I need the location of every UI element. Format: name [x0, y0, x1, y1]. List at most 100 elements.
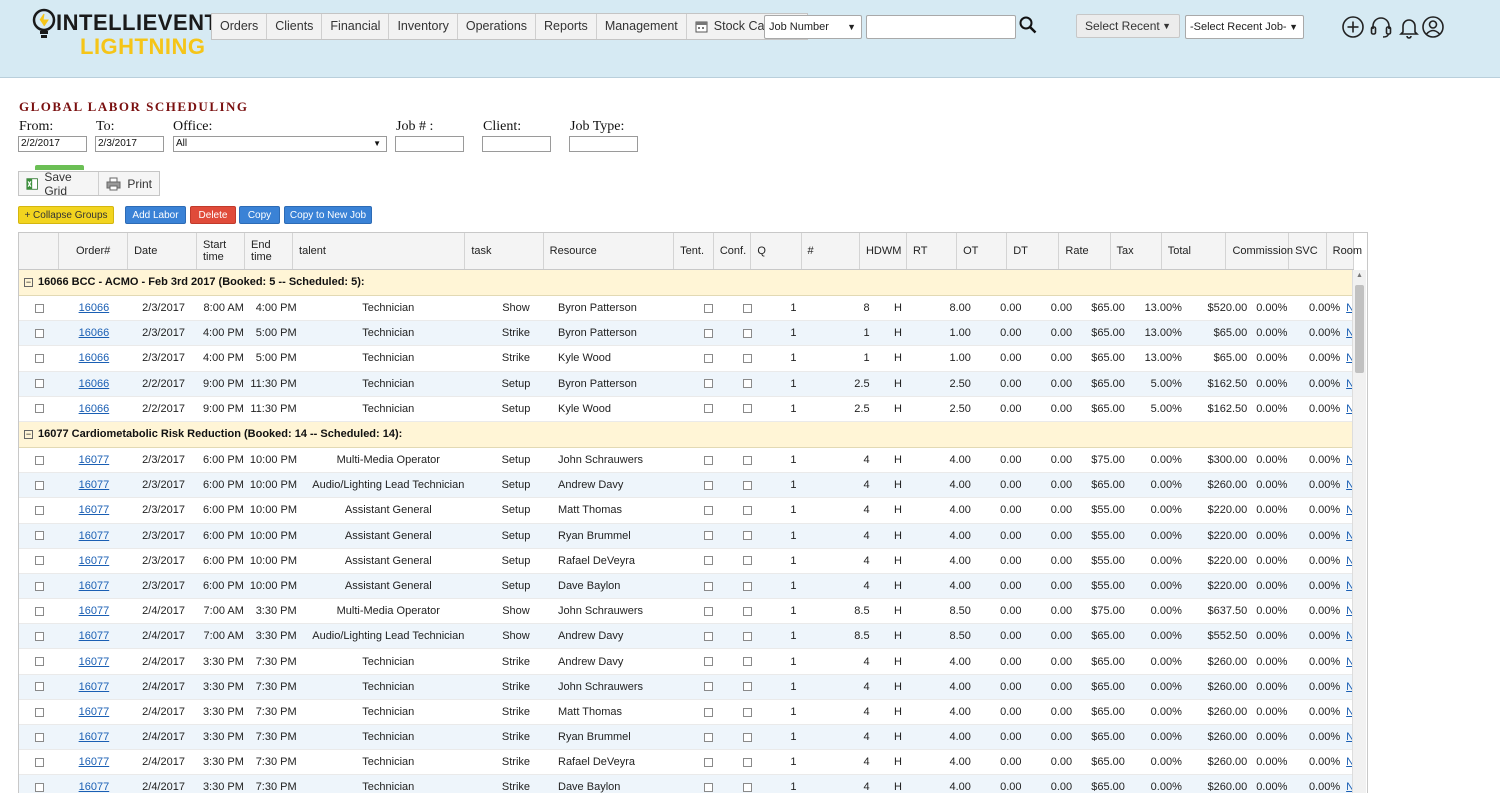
order-number[interactable]: 16077 — [59, 548, 129, 574]
office-select[interactable]: All ▼ — [173, 136, 387, 152]
add-labor-button[interactable]: Add Labor — [125, 206, 186, 224]
order-number-text[interactable]: 16077 — [79, 681, 110, 693]
search-icon[interactable] — [1019, 16, 1037, 34]
table-row[interactable]: 16077 2/4/2017 3:30 PM 7:30 PM Technician Str… — [19, 674, 1354, 700]
to-date-input[interactable]: 2/3/2017 — [95, 136, 164, 152]
tentative-checkbox[interactable] — [703, 455, 713, 465]
order-number[interactable]: 16077 — [59, 573, 129, 600]
order-number-text[interactable]: 16066 — [79, 378, 110, 390]
app-logo[interactable]: INTELLIEVENT LIGHTNING — [31, 6, 218, 62]
order-number[interactable]: 16077 — [59, 699, 129, 726]
confirmed-checkbox[interactable] — [742, 757, 752, 767]
save-grid-button[interactable]: Save Grid — [19, 170, 100, 198]
confirmed-checkbox[interactable] — [742, 531, 752, 541]
table-row[interactable]: 16077 2/4/2017 3:30 PM 7:30 PM Technician Str… — [19, 699, 1354, 726]
print-button[interactable]: Print — [99, 172, 159, 195]
table-row[interactable]: 16066 2/3/2017 8:00 AM 4:00 PM Technician Sho… — [19, 295, 1354, 322]
order-number-text[interactable]: 16077 — [79, 454, 110, 466]
row-select-checkbox[interactable] — [34, 354, 44, 364]
order-number[interactable]: 16077 — [59, 598, 129, 625]
header-svc[interactable]: SVC — [1288, 233, 1327, 270]
table-row[interactable]: 16066 2/3/2017 4:00 PM 5:00 PM Technician Str… — [19, 345, 1354, 372]
header-tax[interactable]: Tax — [1110, 233, 1162, 270]
order-number-text[interactable]: 16077 — [79, 756, 110, 768]
confirmed-checkbox[interactable] — [742, 455, 752, 465]
row-select-checkbox[interactable] — [34, 404, 44, 414]
row-select-checkbox[interactable] — [34, 657, 44, 667]
table-row[interactable]: 16077 2/4/2017 7:00 AM 3:30 PM Multi-Media O… — [19, 598, 1354, 625]
confirmed-checkbox[interactable] — [742, 783, 752, 793]
table-row[interactable]: 16077 2/3/2017 6:00 PM 10:00 PM Assistant Ge… — [19, 548, 1354, 574]
bell-icon[interactable] — [1397, 15, 1421, 39]
delete-button[interactable]: Delete — [190, 206, 236, 224]
menu-inventory[interactable]: Inventory — [389, 14, 458, 39]
row-select-checkbox[interactable] — [34, 606, 44, 616]
confirmed-checkbox[interactable] — [742, 732, 752, 742]
row-select-checkbox[interactable] — [34, 328, 44, 338]
header-rate[interactable]: Rate — [1058, 233, 1111, 270]
confirmed-checkbox[interactable] — [742, 556, 752, 566]
collapse-toggle-icon[interactable]: − — [24, 278, 33, 288]
header-date[interactable]: Date — [127, 233, 197, 270]
order-number-text[interactable]: 16077 — [79, 580, 110, 592]
header-dt[interactable]: DT — [1006, 233, 1060, 270]
recent-job-select[interactable]: -Select Recent Job- ▼ — [1185, 15, 1304, 39]
order-number[interactable]: 16077 — [59, 674, 129, 700]
table-row[interactable]: 16077 2/3/2017 6:00 PM 10:00 PM Assistant Ge… — [19, 497, 1354, 524]
headset-icon[interactable] — [1369, 15, 1393, 39]
header-total[interactable]: Total — [1161, 233, 1227, 270]
row-select-checkbox[interactable] — [34, 303, 44, 313]
menu-reports[interactable]: Reports — [536, 14, 597, 39]
group-header-row[interactable]: −16077 Cardiometabolic Risk Reduction (B… — [19, 421, 1354, 448]
row-select-checkbox[interactable] — [34, 581, 44, 591]
tentative-checkbox[interactable] — [703, 379, 713, 389]
confirmed-checkbox[interactable] — [742, 303, 752, 313]
order-number[interactable]: 16066 — [59, 345, 129, 372]
order-number-text[interactable]: 16077 — [79, 731, 110, 743]
scroll-up-icon[interactable]: ▲ — [1356, 272, 1363, 279]
row-select-checkbox[interactable] — [34, 783, 44, 793]
add-circle-icon[interactable] — [1341, 15, 1365, 39]
search-input[interactable] — [866, 15, 1016, 39]
tentative-checkbox[interactable] — [703, 581, 713, 591]
confirmed-checkbox[interactable] — [742, 328, 752, 338]
tentative-checkbox[interactable] — [703, 506, 713, 515]
header-commission[interactable]: Commission — [1225, 233, 1293, 270]
scrollbar-thumb[interactable] — [1355, 285, 1364, 373]
order-number[interactable]: 16077 — [59, 497, 129, 524]
header-room[interactable]: Room — [1326, 233, 1362, 270]
tentative-checkbox[interactable] — [703, 328, 713, 338]
confirmed-checkbox[interactable] — [742, 404, 752, 414]
order-number-text[interactable]: 16066 — [79, 403, 110, 415]
header-resource[interactable]: Resource — [543, 233, 675, 270]
header-order[interactable]: Order# — [58, 233, 129, 270]
tentative-checkbox[interactable] — [703, 707, 713, 717]
menu-orders[interactable]: Orders — [212, 14, 268, 39]
confirmed-checkbox[interactable] — [742, 506, 752, 515]
table-row[interactable]: 16077 2/3/2017 6:00 PM 10:00 PM Assistant Ge… — [19, 573, 1354, 600]
table-row[interactable]: 16077 2/3/2017 6:00 PM 10:00 PM Assistant Ge… — [19, 523, 1354, 549]
row-select-checkbox[interactable] — [34, 506, 44, 515]
row-select-checkbox[interactable] — [34, 631, 44, 641]
confirmed-checkbox[interactable] — [742, 707, 752, 717]
tentative-checkbox[interactable] — [703, 682, 713, 692]
client-input[interactable] — [482, 136, 551, 152]
tentative-checkbox[interactable] — [703, 631, 713, 641]
header-q[interactable]: Q — [750, 233, 802, 270]
header-ot[interactable]: OT — [956, 233, 1008, 270]
order-number-text[interactable]: 16066 — [79, 327, 110, 339]
row-select-checkbox[interactable] — [34, 682, 44, 692]
order-number-text[interactable]: 16077 — [79, 555, 110, 567]
table-row[interactable]: 16077 2/4/2017 7:00 AM 3:30 PM Audio/Lightin… — [19, 623, 1354, 650]
table-row[interactable]: 16077 2/4/2017 3:30 PM 7:30 PM Technician Str… — [19, 648, 1354, 675]
table-row[interactable]: 16066 2/2/2017 9:00 PM 11:30 PM Technician Se… — [19, 396, 1354, 422]
header-start-time[interactable]: Start time — [196, 233, 246, 270]
order-number[interactable]: 16077 — [59, 447, 129, 474]
grid-scrollbar[interactable]: ▲ — [1352, 270, 1366, 793]
user-icon[interactable] — [1421, 15, 1445, 39]
order-number-text[interactable]: 16066 — [79, 302, 110, 314]
row-select-checkbox[interactable] — [34, 707, 44, 717]
order-number[interactable]: 16077 — [59, 648, 129, 675]
confirmed-checkbox[interactable] — [742, 682, 752, 692]
header-conf[interactable]: Conf. — [713, 233, 752, 270]
